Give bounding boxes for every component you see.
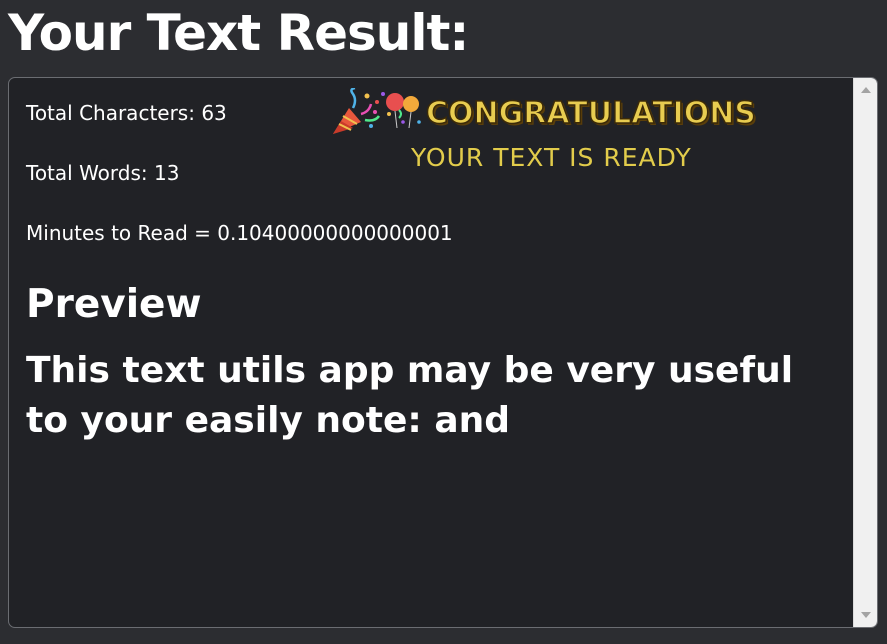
preview-heading: Preview [26, 282, 202, 327]
page-title: Your Text Result: [8, 4, 469, 62]
scroll-down-button[interactable] [854, 605, 877, 625]
congratulations-title: CONGRATULATIONS [425, 95, 756, 132]
congratulations-subtitle: YOUR TEXT IS READY [411, 143, 692, 172]
total-words: Total Words: 13 [26, 161, 180, 185]
vertical-scrollbar[interactable] [853, 78, 877, 627]
congratulations-banner: CONGRATULATIONS YOUR TEXT IS READY [331, 88, 811, 178]
party-popper-icon [333, 88, 421, 134]
total-characters: Total Characters: 63 [26, 101, 227, 125]
minutes-to-read: Minutes to Read = 0.10400000000000001 [26, 221, 453, 245]
scroll-up-button[interactable] [854, 80, 877, 100]
preview-text: This text utils app may be very useful t… [26, 350, 794, 441]
text-result-box[interactable]: Total Characters: 63 Total Words: 13 Min… [8, 77, 878, 628]
arrow-down-icon [861, 612, 871, 618]
result-content: Total Characters: 63 Total Words: 13 Min… [26, 78, 847, 627]
arrow-up-icon [861, 87, 871, 93]
